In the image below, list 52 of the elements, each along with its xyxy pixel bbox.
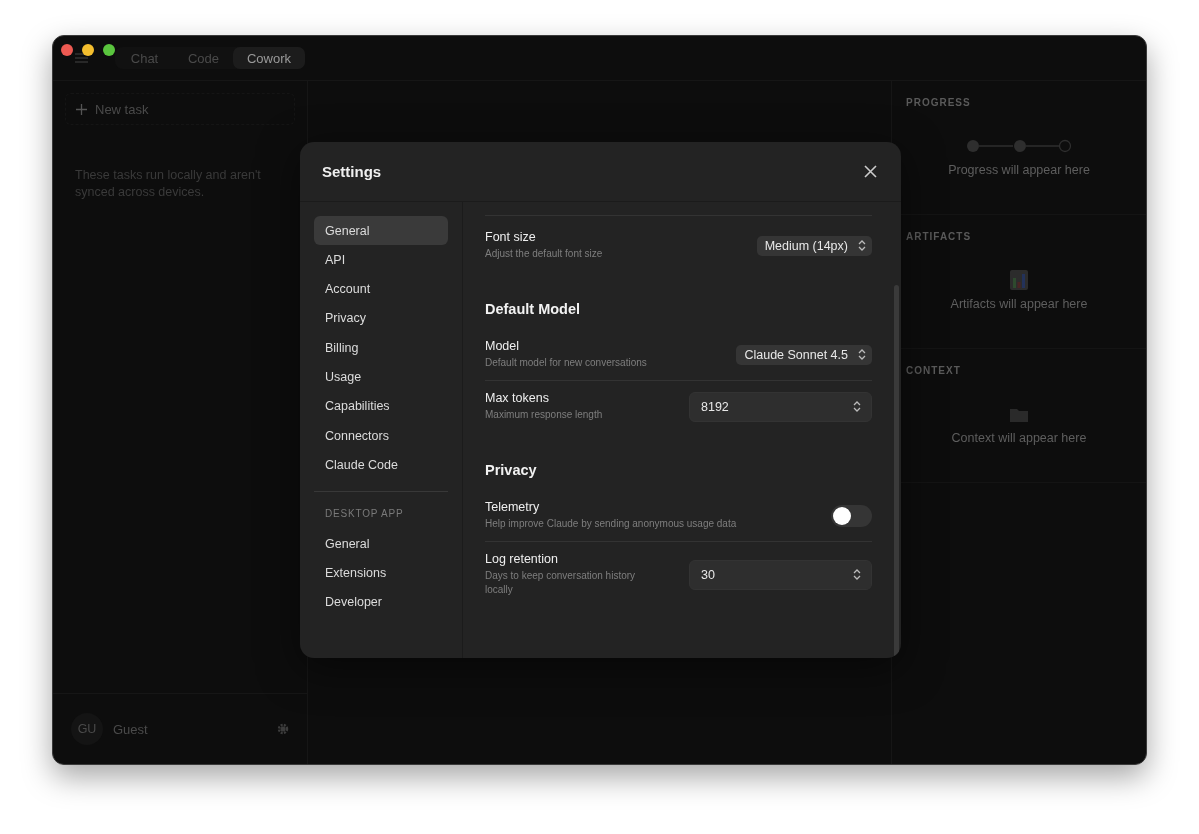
- setting-label: Max tokens: [485, 391, 550, 405]
- setting-description: Days to keep conversation history locally: [485, 569, 637, 597]
- setting-label: Log retention: [485, 552, 559, 566]
- mode-tab[interactable]: Cowork: [233, 47, 305, 69]
- empty-state-text: Progress will appear here: [948, 163, 1090, 177]
- close-button[interactable]: [862, 163, 879, 180]
- plus-icon: [76, 103, 87, 115]
- bar-chart-icon: [1010, 270, 1028, 290]
- setting-description: Maximum response length: [485, 408, 603, 422]
- empty-state-text: Context will appear here: [951, 431, 1087, 445]
- nav-item[interactable]: Usage: [314, 362, 448, 392]
- menu-icon[interactable]: [75, 53, 88, 63]
- select-field[interactable]: Medium (14px): [756, 235, 872, 256]
- nav-item[interactable]: Capabilities: [314, 391, 448, 421]
- scrollbar-thumb[interactable]: [894, 285, 899, 657]
- empty-state-text: Artifacts will appear here: [950, 297, 1088, 311]
- nav-group-heading: DESKTOP APP: [324, 508, 405, 520]
- nav-item[interactable]: General: [314, 529, 448, 559]
- section-heading: Privacy: [485, 462, 538, 478]
- panel-heading: ARTIFACTS: [906, 231, 972, 242]
- progress-steps-icon: [966, 139, 1072, 153]
- nav-item[interactable]: Account: [314, 274, 448, 304]
- select-field[interactable]: Claude Sonnet 4.5: [736, 344, 872, 365]
- nav-item[interactable]: Billing: [314, 333, 448, 363]
- chevron-updown-icon: [853, 569, 861, 580]
- nav-item[interactable]: Claude Code: [314, 450, 448, 480]
- setting-label: Font size: [485, 230, 537, 244]
- panel-heading: CONTEXT: [906, 365, 961, 376]
- section-heading: Default Model: [485, 301, 582, 317]
- setting-label: Telemetry: [485, 500, 541, 514]
- nav-item[interactable]: General: [314, 216, 448, 245]
- nav-item[interactable]: Extensions: [314, 558, 448, 588]
- minimize-window-button[interactable]: [82, 44, 94, 56]
- toggle-switch[interactable]: [831, 504, 872, 527]
- chevron-updown-icon: [858, 349, 866, 360]
- nav-item[interactable]: API: [314, 245, 448, 275]
- number-field[interactable]: 8192: [689, 391, 872, 422]
- setting-label: Model: [485, 339, 521, 353]
- panel-heading: PROGRESS: [906, 97, 971, 108]
- number-field[interactable]: 30: [689, 559, 872, 590]
- nav-item[interactable]: Privacy: [314, 303, 448, 333]
- setting-description: Adjust the default font size: [485, 247, 603, 261]
- close-window-button[interactable]: [61, 44, 73, 56]
- dialog-title: Settings: [322, 163, 382, 180]
- user-name: Guest: [113, 721, 149, 737]
- nav-item[interactable]: Connectors: [314, 421, 448, 451]
- setting-description: Default model for new conversations: [485, 356, 647, 370]
- setting-description: Help improve Claude by sending anonymous usage data: [485, 517, 737, 531]
- zoom-window-button[interactable]: [103, 44, 115, 56]
- chevron-updown-icon: [853, 401, 861, 412]
- nav-item[interactable]: Developer: [314, 587, 448, 617]
- chevron-updown-icon: [858, 240, 866, 251]
